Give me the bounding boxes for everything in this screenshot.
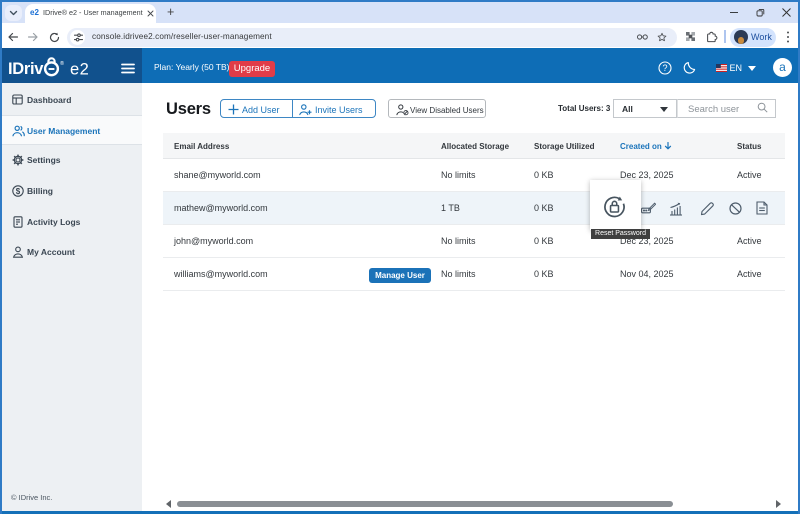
svg-text:e2: e2 <box>70 61 89 79</box>
svg-text:$: $ <box>16 187 21 196</box>
svg-text:®: ® <box>60 60 64 67</box>
svg-text:?: ? <box>662 63 667 73</box>
svg-text:IDriv: IDriv <box>8 60 44 78</box>
